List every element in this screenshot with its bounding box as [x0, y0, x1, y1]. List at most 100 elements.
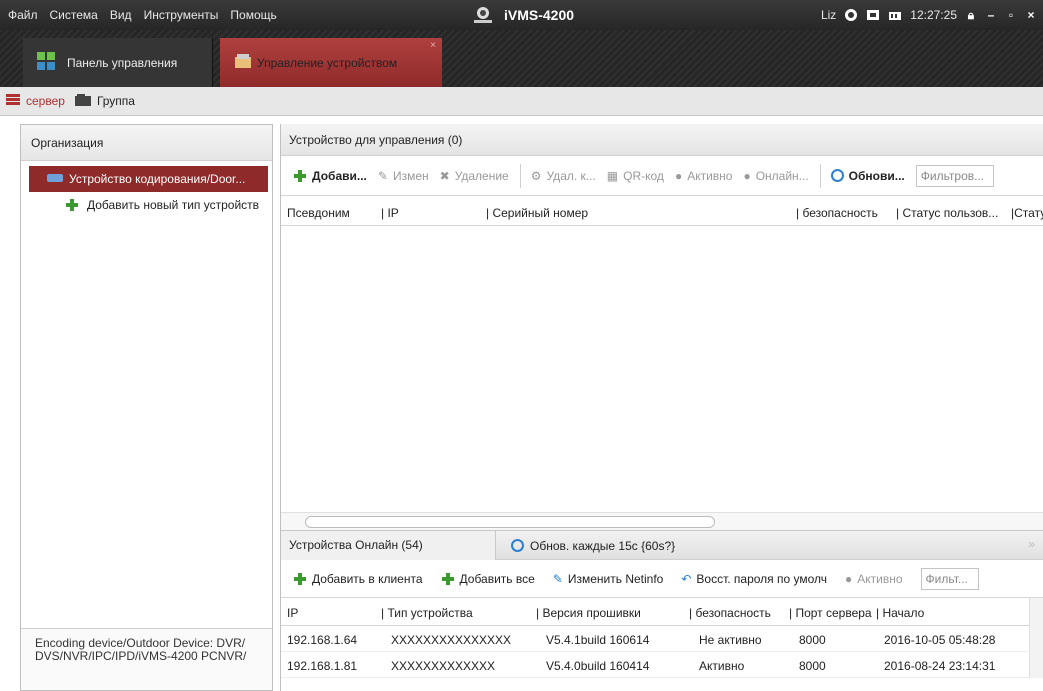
col-user-status-label: Статус пользов... — [902, 206, 999, 220]
table-row[interactable]: 192.168.1.64 XXXXXXXXXXXXXXX V5.4.1build… — [281, 626, 1043, 652]
camera-logo-icon — [472, 6, 494, 24]
managed-devices-header: Устройство для управления (0) — [281, 124, 1043, 156]
toolbar-divider — [819, 163, 821, 188]
server-icon — [6, 93, 20, 109]
menu-help[interactable]: Помощь — [230, 8, 276, 22]
col-firmware[interactable]: | Версия прошивки — [536, 606, 641, 620]
device-management-panel: Устройство для управления (0) Добави... … — [280, 124, 1043, 691]
cell-security: Не активно — [699, 633, 762, 647]
app-title: iVMS-4200 — [472, 0, 574, 30]
tab-control-panel[interactable]: Панель управления — [23, 38, 213, 87]
add-device-type-link[interactable]: Добавить новый тип устройств — [21, 192, 272, 218]
qr-code-button[interactable]: ▦ QR-код — [607, 169, 664, 183]
online-table: IP | Тип устройства | Версия прошивки | … — [281, 598, 1043, 678]
managed-filter-input[interactable]: Фильтров... — [915, 164, 994, 187]
col-status-label: Статус — [1014, 206, 1043, 220]
reset-password-label: Восст. пароля по умолч — [696, 571, 828, 586]
refresh-button[interactable]: Обнови... — [830, 168, 905, 183]
menu-bar: Файл Система Вид Инструменты Помощь — [8, 0, 277, 30]
col-serial[interactable]: | Серийный номер — [486, 206, 588, 220]
tab-close-icon[interactable]: × — [430, 40, 436, 51]
managed-toolbar: Добави... ✎ Измен ✖ Удаление ⚙ Удал. к... ▦… — [281, 156, 1043, 196]
col-security[interactable]: | безопасность — [796, 206, 878, 220]
tab-group[interactable]: Группа — [74, 93, 135, 109]
menu-view[interactable]: Вид — [110, 8, 132, 22]
online-user-button[interactable]: ● Онлайн... — [743, 169, 808, 183]
activate-online-label: Активно — [857, 571, 903, 586]
col-nickname[interactable]: Псевдоним — [287, 206, 350, 220]
refresh-label: Обнови... — [848, 168, 905, 183]
edit-netinfo-label: Изменить Netinfo — [567, 571, 664, 586]
cell-device-type: XXXXXXXXXXXXXXX — [391, 633, 512, 647]
reset-password-button[interactable]: ↶ Восст. пароля по умолч — [681, 572, 827, 586]
ram-icon — [888, 8, 902, 22]
device-type-icon — [47, 172, 63, 186]
refresh-interval[interactable]: Обнов. каждые 15с {60s?} — [511, 531, 675, 560]
device-type-description: Encoding device/Outdoor Device: DVR/ DVS… — [21, 628, 272, 690]
col-server-port[interactable]: | Порт сервера — [789, 606, 872, 620]
user-icon: ● — [743, 168, 751, 183]
menu-system[interactable]: Система — [50, 8, 98, 22]
managed-table-body — [281, 226, 1043, 512]
tree-item-encoding-device-label: Устройство кодирования/Door... — [69, 172, 246, 186]
add-all-button[interactable]: Добавить все — [441, 572, 535, 586]
edit-device-button[interactable]: ✎ Измен — [378, 169, 429, 183]
refresh-icon — [830, 169, 844, 182]
plus-icon — [441, 572, 455, 586]
online-filter-input[interactable]: Фильт... — [920, 567, 979, 590]
add-to-client-label: Добавить в клиента — [312, 571, 423, 586]
table-row[interactable]: 192.168.1.81 XXXXXXXXXXXXX V5.4.0build 1… — [281, 652, 1043, 678]
delete-device-button[interactable]: ✖ Удаление — [440, 169, 509, 183]
edit-netinfo-button[interactable]: ✎ Изменить Netinfo — [553, 572, 664, 586]
module-tab-bar: Панель управления Управление устройством… — [0, 30, 1043, 87]
organization-panel: Организация Устройство кодирования/Door.… — [20, 124, 273, 691]
col-start-label: Начало — [882, 606, 925, 620]
tab-device-management-label: Управление устройством — [257, 55, 398, 70]
add-device-button[interactable]: Добави... — [293, 169, 367, 183]
col-server-port-label: Порт сервера — [795, 606, 872, 620]
col-firmware-label: Версия прошивки — [542, 606, 641, 620]
activate-button[interactable]: ● Активно — [675, 169, 733, 183]
delete-icon: ✖ — [439, 168, 450, 183]
managed-table-header: Псевдоним | IP | Серийный номер | безопа… — [281, 196, 1043, 226]
add-to-client-button[interactable]: Добавить в клиента — [293, 572, 423, 586]
tab-online-devices[interactable]: Устройства Онлайн (54) — [281, 531, 496, 560]
menu-tools[interactable]: Инструменты — [144, 8, 219, 22]
clock-time: 12:27:25 — [910, 8, 957, 22]
vertical-scrollbar[interactable] — [1029, 598, 1043, 678]
col-status[interactable]: |Статус — [1011, 206, 1043, 220]
minimize-button[interactable]: – — [985, 9, 997, 21]
tab-server[interactable]: сервер — [6, 93, 65, 109]
col-security[interactable]: | безопасность — [689, 606, 771, 620]
close-button[interactable]: × — [1025, 9, 1037, 21]
tree-item-encoding-device[interactable]: Устройство кодирования/Door... — [29, 166, 268, 192]
maximize-button[interactable]: ▫ — [1005, 9, 1017, 21]
horizontal-scrollbar[interactable] — [281, 512, 1043, 530]
globe-icon[interactable] — [844, 8, 858, 22]
user-name[interactable]: Liz — [821, 8, 836, 22]
cell-firmware: V5.4.1build 160614 — [546, 633, 650, 647]
remote-config-button[interactable]: ⚙ Удал. к... — [531, 169, 596, 183]
menu-file[interactable]: Файл — [8, 8, 38, 22]
col-device-type[interactable]: | Тип устройства — [381, 606, 473, 620]
col-ip[interactable]: IP — [287, 606, 298, 620]
col-start[interactable]: | Начало — [876, 606, 924, 620]
tab-device-management[interactable]: Управление устройством × — [220, 38, 442, 87]
col-user-status[interactable]: | Статус пользов... — [896, 206, 998, 220]
add-device-label: Добави... — [312, 168, 367, 183]
online-user-label: Онлайн... — [755, 168, 809, 183]
plus-icon — [293, 572, 307, 586]
lock-icon[interactable]: 🔒︎ — [965, 9, 977, 21]
plus-icon — [65, 198, 79, 212]
collapse-icon[interactable]: » — [1028, 537, 1035, 551]
group-icon — [74, 93, 91, 109]
online-toolbar: Добавить в клиента Добавить все ✎ Изменит… — [281, 560, 1043, 598]
col-ip[interactable]: | IP — [381, 206, 399, 220]
scrollbar-thumb[interactable] — [305, 516, 715, 528]
grid-icon — [37, 52, 55, 73]
cell-ip: 192.168.1.81 — [287, 659, 358, 673]
activate-label: Активно — [687, 168, 733, 183]
activate-online-button[interactable]: ● Активно — [845, 572, 903, 586]
cell-device-type: XXXXXXXXXXXXX — [391, 659, 496, 673]
col-device-type-label: Тип устройства — [387, 606, 473, 620]
